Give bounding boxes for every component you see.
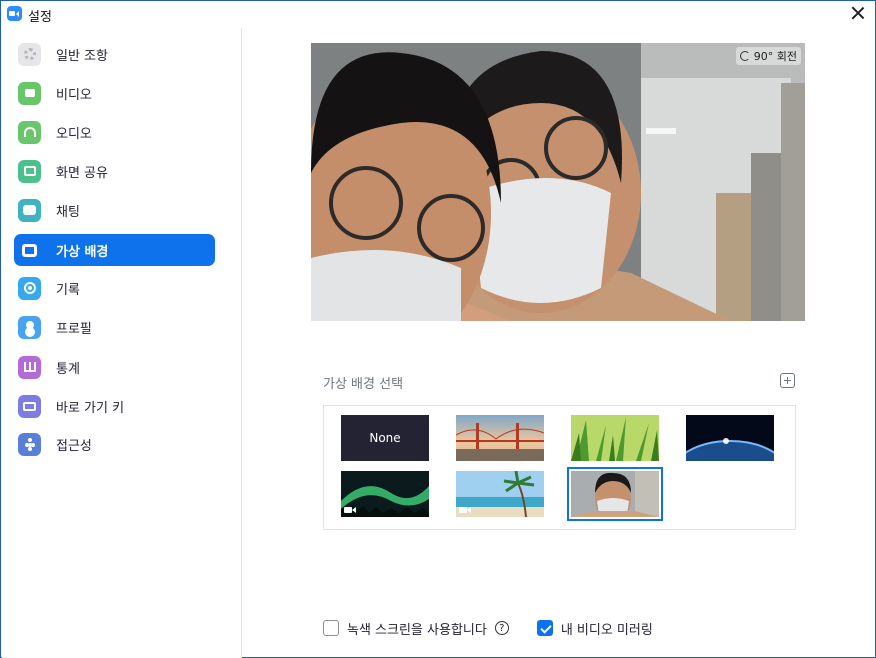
screen-share-icon: [18, 159, 41, 183]
virtual-background-icon: [18, 239, 41, 262]
sidebar-item-audio[interactable]: 오디오: [14, 116, 215, 148]
sidebar-item-video[interactable]: 비디오: [14, 77, 215, 109]
background-thumb-none[interactable]: None: [341, 415, 429, 461]
rotate-icon: [739, 51, 750, 61]
sidebar-item-accessibility[interactable]: 접근성: [14, 428, 215, 460]
record-icon: [18, 276, 41, 300]
background-thumb-grass[interactable]: [571, 415, 659, 461]
sidebar-item-label: 채팅: [56, 204, 80, 220]
rotate-button[interactable]: 90° 회전: [735, 47, 801, 65]
virtual-background-panel: 90° 회전 가상 배경 선택 None 녹색 스크린을 사용합니다 ? 내 비…: [243, 28, 876, 658]
mirror-video-label: 내 비디오 미러링: [560, 622, 653, 638]
golden-gate-bridge-image: [456, 415, 544, 461]
sidebar-item-label: 오디오: [56, 126, 92, 142]
mirror-video-checkbox[interactable]: [536, 620, 553, 636]
custom-office-photo-image: [571, 471, 659, 517]
accessibility-icon: [18, 432, 41, 456]
sidebar-item-keyboard-shortcuts[interactable]: 바로 가기 키: [14, 390, 215, 422]
rotate-button-label: 90° 회전: [753, 50, 797, 63]
settings-sidebar: 일반 조항 비디오 오디오 화면 공유 채팅 가상 배경 기록 프로필 통계 바…: [2, 28, 242, 658]
background-thumb-beach[interactable]: [456, 471, 544, 517]
chat-bubble-icon: [18, 198, 41, 222]
profile-icon: [18, 315, 41, 339]
sidebar-item-recording[interactable]: 기록: [14, 272, 215, 304]
sidebar-item-general[interactable]: 일반 조항: [14, 38, 215, 70]
video-background-icon: [344, 506, 356, 514]
gear-icon: [18, 42, 41, 66]
sidebar-item-chat[interactable]: 채팅: [14, 194, 215, 226]
sidebar-item-virtual-background[interactable]: 가상 배경: [14, 234, 215, 266]
background-thumb-aurora[interactable]: [341, 471, 429, 517]
background-section-title: 가상 배경 선택: [323, 377, 404, 392]
window-title: 설정: [28, 10, 52, 25]
keyboard-icon: [18, 394, 41, 418]
background-thumb-golden-gate[interactable]: [456, 415, 544, 461]
camera-preview-image: [311, 43, 805, 321]
help-icon[interactable]: ?: [494, 621, 509, 635]
sidebar-item-statistics[interactable]: 통계: [14, 351, 215, 383]
sidebar-item-screen-share[interactable]: 화면 공유: [14, 155, 215, 187]
close-button[interactable]: [850, 5, 866, 21]
sidebar-item-label: 비디오: [56, 87, 92, 103]
zoom-app-icon: [7, 6, 22, 21]
sidebar-item-label: 가상 배경: [56, 244, 109, 260]
sidebar-item-label: 일반 조항: [56, 48, 108, 64]
sidebar-item-label: 프로필: [56, 321, 92, 337]
headphones-icon: [18, 120, 41, 144]
green-screen-label: 녹색 스크린을 사용합니다: [347, 622, 487, 638]
sidebar-item-label: 바로 가기 키: [56, 400, 125, 416]
green-screen-checkbox[interactable]: [323, 620, 339, 636]
settings-window: 설정 일반 조항 비디오 오디오 화면 공유 채팅 가상 배경 기록 프로필 통…: [0, 0, 876, 658]
earth-from-space-image: [686, 415, 774, 461]
video-background-icon: [459, 506, 471, 514]
sidebar-item-label: 통계: [56, 361, 80, 377]
video-camera-icon: [18, 81, 41, 105]
background-thumb-label: None: [369, 431, 401, 445]
sidebar-item-profile[interactable]: 프로필: [14, 311, 215, 343]
sidebar-item-label: 기록: [56, 282, 80, 298]
background-thumb-earth[interactable]: [686, 415, 774, 461]
options-footer: 녹색 스크린을 사용합니다 ? 내 비디오 미러링: [323, 618, 653, 638]
statistics-icon: [18, 355, 41, 379]
background-thumb-custom[interactable]: [567, 467, 663, 521]
sidebar-item-label: 접근성: [56, 438, 92, 454]
add-background-button[interactable]: [780, 373, 795, 388]
title-bar: 설정: [1, 1, 875, 27]
grass-image: [571, 415, 659, 461]
background-gallery: None: [323, 405, 796, 530]
camera-preview: 90° 회전: [311, 43, 805, 321]
sidebar-item-label: 화면 공유: [56, 165, 108, 181]
